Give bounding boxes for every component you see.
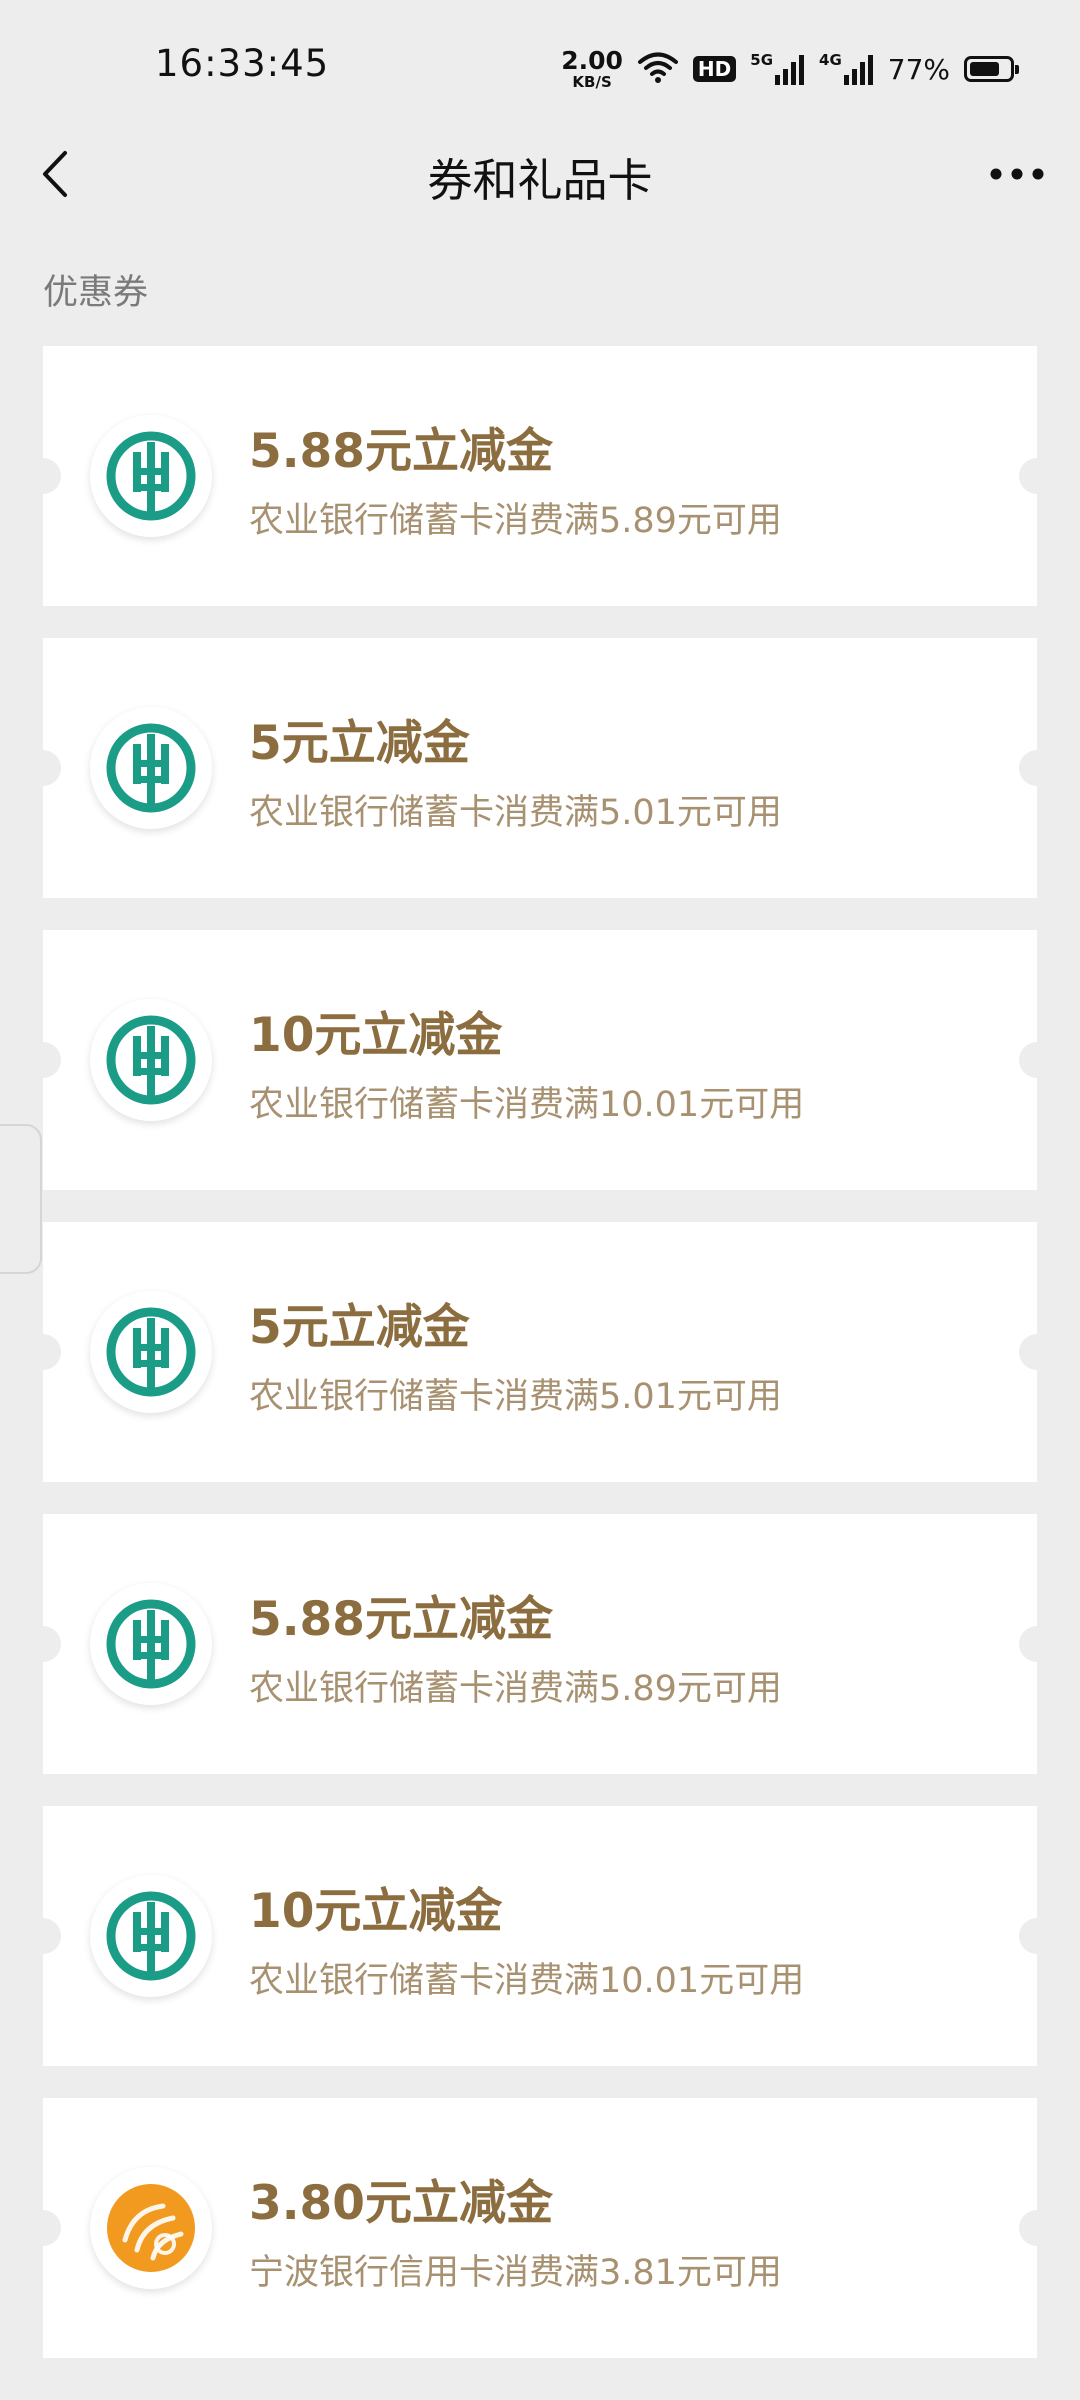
- section-label-coupons: 优惠券: [43, 273, 149, 313]
- coupon-title: 10元立减金: [249, 1884, 503, 1939]
- coupon-desc: 农业银行储蓄卡消费满5.89元可用: [249, 1669, 782, 1709]
- coupon-title: 5元立减金: [249, 1300, 470, 1355]
- signal-4g-icon: 4G: [819, 51, 874, 85]
- coupon-desc: 宁波银行信用卡消费满3.81元可用: [249, 2253, 782, 2293]
- ningbo-bank-logo-icon: [90, 2167, 212, 2289]
- coupon-title: 10元立减金: [249, 1008, 503, 1063]
- battery-percent: 77%: [887, 52, 950, 86]
- coupon-title: 5.88元立减金: [249, 424, 553, 479]
- coupon-desc: 农业银行储蓄卡消费满5.01元可用: [249, 793, 782, 833]
- wifi-icon: [637, 50, 679, 88]
- coupon-desc: 农业银行储蓄卡消费满10.01元可用: [249, 1961, 805, 2001]
- abc-bank-logo-icon: [90, 999, 212, 1121]
- abc-bank-logo-icon: [90, 707, 212, 829]
- network-speed-value: 2.00: [561, 46, 623, 75]
- coupon-title: 3.80元立减金: [249, 2176, 553, 2231]
- coupon-list: 5.88元立减金 农业银行储蓄卡消费满5.89元可用 5元立减金 农业银行储蓄卡…: [25, 346, 1055, 2390]
- floating-side-tab[interactable]: [0, 1124, 42, 1274]
- coupon-card[interactable]: 10元立减金 农业银行储蓄卡消费满10.01元可用: [25, 930, 1055, 1190]
- coupon-title: 5.88元立减金: [249, 1592, 553, 1647]
- more-dots-icon: [990, 168, 1044, 180]
- network-speed-unit: KB/S: [572, 73, 612, 91]
- battery-level-fill: [970, 62, 999, 76]
- signal-4g-label: 4G: [819, 51, 842, 69]
- coupon-card[interactable]: 5.88元立减金 农业银行储蓄卡消费满5.89元可用: [25, 346, 1055, 606]
- abc-bank-logo-icon: [90, 415, 212, 537]
- coupon-desc: 农业银行储蓄卡消费满10.01元可用: [249, 1085, 805, 1125]
- more-button[interactable]: [984, 152, 1050, 196]
- abc-bank-logo-icon: [90, 1291, 212, 1413]
- coupon-title: 5元立减金: [249, 716, 470, 771]
- status-time: 16:33:45: [155, 42, 330, 85]
- coupon-card[interactable]: 10元立减金 农业银行储蓄卡消费满10.01元可用: [25, 1806, 1055, 2066]
- coupon-card[interactable]: 5元立减金 农业银行储蓄卡消费满5.01元可用: [25, 638, 1055, 898]
- battery-icon: [964, 56, 1019, 82]
- status-bar: 16:33:45 2.00 KB/S HD 5G 4G 77%: [0, 0, 1080, 130]
- signal-5g-label: 5G: [750, 51, 774, 69]
- abc-bank-logo-icon: [90, 1583, 212, 1705]
- status-icons: 2.00 KB/S HD 5G 4G 77%: [561, 44, 1019, 94]
- network-speed: 2.00 KB/S: [561, 48, 623, 90]
- screen: 16:33:45 2.00 KB/S HD 5G 4G 77% 券和礼品卡 优惠…: [0, 0, 1080, 2400]
- abc-bank-logo-icon: [90, 1875, 212, 1997]
- nav-bar: 券和礼品卡: [0, 130, 1080, 218]
- signal-5g-icon: 5G: [750, 51, 805, 85]
- coupon-card[interactable]: 3.80元立减金 宁波银行信用卡消费满3.81元可用: [25, 2098, 1055, 2358]
- page-title: 券和礼品卡: [427, 154, 653, 207]
- coupon-desc: 农业银行储蓄卡消费满5.01元可用: [249, 1377, 782, 1417]
- hd-voice-badge: HD: [692, 56, 737, 82]
- coupon-card[interactable]: 5.88元立减金 农业银行储蓄卡消费满5.89元可用: [25, 1514, 1055, 1774]
- coupon-desc: 农业银行储蓄卡消费满5.89元可用: [249, 501, 782, 541]
- coupon-card[interactable]: 5元立减金 农业银行储蓄卡消费满5.01元可用: [25, 1222, 1055, 1482]
